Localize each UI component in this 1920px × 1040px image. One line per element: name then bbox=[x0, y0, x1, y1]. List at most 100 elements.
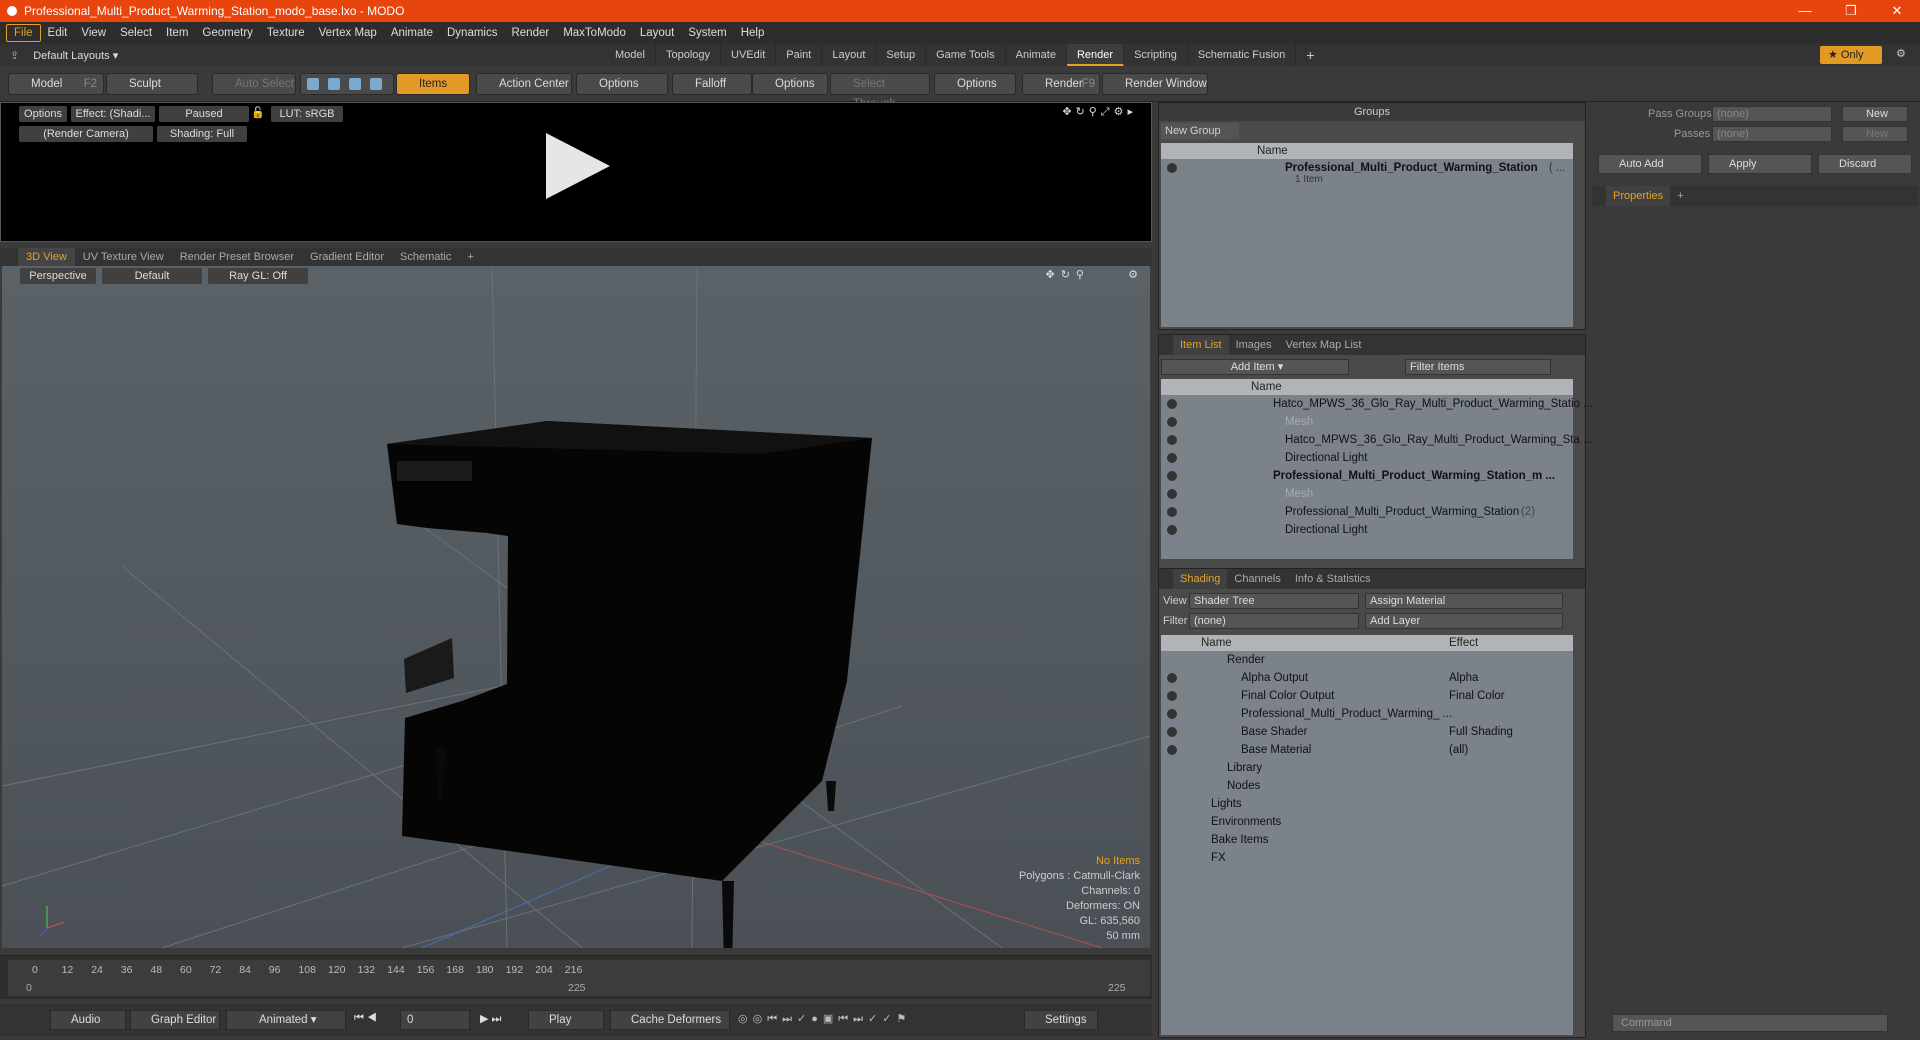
shader-row[interactable]: Base Shader Full Shading bbox=[1161, 723, 1573, 741]
tab-scripting[interactable]: Scripting bbox=[1124, 44, 1188, 66]
warming-station-model[interactable] bbox=[387, 421, 872, 948]
play-button[interactable]: Play bbox=[528, 1010, 604, 1030]
tab-schematic[interactable]: Schematic bbox=[392, 248, 459, 266]
render-preview[interactable]: Options Effect: (Shadi... Paused 🔓 LUT: … bbox=[0, 102, 1152, 242]
shader-row[interactable]: Alpha Output Alpha bbox=[1161, 669, 1573, 687]
timeline-ruler[interactable]: 0 225 225 0 12 24 36 48 60 72 84 96 108 120 132 144 1… bbox=[8, 960, 1150, 996]
audio-button[interactable]: Audio bbox=[50, 1010, 126, 1030]
shader-row[interactable]: Library bbox=[1161, 759, 1573, 777]
eye-icon[interactable] bbox=[1167, 745, 1177, 755]
shader-row[interactable]: Nodes bbox=[1161, 777, 1573, 795]
raygl-button[interactable]: Ray GL: Off bbox=[208, 268, 308, 284]
tab-topology[interactable]: Topology bbox=[656, 44, 722, 66]
filter-dropdown[interactable]: (none) bbox=[1189, 613, 1359, 629]
eye-icon[interactable] bbox=[1167, 709, 1177, 719]
shader-row[interactable]: Base Material (all) bbox=[1161, 741, 1573, 759]
item-row[interactable]: Professional_Multi_Product_Warming_Stati… bbox=[1161, 467, 1573, 485]
tab-gradient-editor[interactable]: Gradient Editor bbox=[302, 248, 392, 266]
shader-row[interactable]: Render bbox=[1161, 651, 1573, 669]
add-view-tab-icon[interactable]: + bbox=[459, 248, 481, 266]
graph-editor-button[interactable]: Graph Editor bbox=[130, 1010, 220, 1030]
tab-3d-view[interactable]: 3D View bbox=[18, 248, 75, 266]
item-row[interactable]: Hatco_MPWS_36_Glo_Ray_Multi_Product_Warm… bbox=[1161, 395, 1593, 413]
tab-images[interactable]: Images bbox=[1229, 335, 1279, 355]
eye-icon[interactable] bbox=[1167, 399, 1177, 409]
menu-texture[interactable]: Texture bbox=[260, 25, 312, 41]
add-item-dropdown[interactable]: Add Item ▾ bbox=[1161, 359, 1349, 375]
shader-item-effect[interactable]: Final Color bbox=[1449, 687, 1505, 705]
layout-gear-icon[interactable]: ⚙ bbox=[1896, 47, 1906, 60]
layouts-dropdown[interactable]: Default Layouts ▾ bbox=[33, 49, 118, 62]
play-icon[interactable] bbox=[546, 133, 610, 199]
transport-prev-icons[interactable]: ⏮ ◀ bbox=[354, 1012, 377, 1025]
animated-dropdown[interactable]: Animated ▾ bbox=[226, 1010, 346, 1030]
tab-layout[interactable]: Layout bbox=[822, 44, 877, 66]
add-layer-dropdown[interactable]: Add Layer bbox=[1365, 613, 1563, 629]
eye-icon[interactable] bbox=[1167, 727, 1177, 737]
menu-system[interactable]: System bbox=[681, 25, 733, 41]
tab-schematic-fusion[interactable]: Schematic Fusion bbox=[1188, 44, 1297, 66]
default-button[interactable]: Default bbox=[102, 268, 202, 284]
shader-tree-dropdown[interactable]: Shader Tree bbox=[1189, 593, 1359, 609]
shader-row[interactable]: Bake Items bbox=[1161, 831, 1573, 849]
cache-deformers-button[interactable]: Cache Deformers bbox=[610, 1010, 730, 1030]
shader-row[interactable]: FX bbox=[1161, 849, 1573, 867]
eye-icon[interactable] bbox=[1167, 673, 1177, 683]
timeline[interactable]: 0 225 225 0 12 24 36 48 60 72 84 96 108 120 132 144 1… bbox=[0, 955, 1152, 999]
filter-items-field[interactable]: Filter Items bbox=[1405, 359, 1551, 375]
tab-render[interactable]: Render bbox=[1066, 44, 1125, 66]
eye-icon[interactable] bbox=[1167, 163, 1177, 173]
tab-setup[interactable]: Setup bbox=[876, 44, 927, 66]
tab-model[interactable]: Model bbox=[605, 44, 656, 66]
passes-dropdown[interactable]: (none) bbox=[1712, 126, 1832, 142]
auto-select-button[interactable]: Auto Select bbox=[212, 73, 296, 95]
tab-properties[interactable]: Properties bbox=[1606, 186, 1671, 206]
item-row[interactable]: Hatco_MPWS_36_Glo_Ray_Multi_Product_Warm… bbox=[1161, 431, 1593, 449]
eye-icon[interactable] bbox=[1167, 525, 1177, 535]
sculpt-button[interactable]: Sculpt bbox=[106, 73, 198, 95]
options-button-2[interactable]: Options bbox=[752, 73, 828, 95]
vertex-mode-icon[interactable] bbox=[307, 78, 319, 90]
falloff-button[interactable]: Falloff bbox=[672, 73, 752, 95]
eye-icon[interactable] bbox=[1167, 507, 1177, 517]
restore-icon[interactable]: ❐ bbox=[1828, 0, 1874, 22]
preview-shading[interactable]: Shading: Full bbox=[157, 126, 247, 142]
material-mode-icon[interactable] bbox=[370, 78, 382, 90]
perspective-button[interactable]: Perspective bbox=[20, 268, 96, 284]
tab-item-list[interactable]: Item List bbox=[1173, 335, 1229, 355]
menu-select[interactable]: Select bbox=[113, 25, 159, 41]
tab-uvedit[interactable]: UVEdit bbox=[721, 44, 777, 66]
select-through-button[interactable]: Select Through bbox=[830, 73, 930, 110]
preview-nav-icons[interactable]: ✥↻⚲⤢⚙▸ bbox=[1062, 105, 1137, 119]
tab-shading[interactable]: Shading bbox=[1173, 569, 1228, 589]
shader-item-effect[interactable]: (all) bbox=[1449, 741, 1468, 759]
view-gear-icon[interactable]: ⚙ bbox=[1128, 268, 1138, 281]
shader-item-effect[interactable]: Alpha bbox=[1449, 669, 1478, 687]
action-center-button[interactable]: Action Center bbox=[476, 73, 572, 95]
tab-render-preset-browser[interactable]: Render Preset Browser bbox=[172, 248, 302, 266]
menu-render[interactable]: Render bbox=[504, 25, 556, 41]
menu-dynamics[interactable]: Dynamics bbox=[440, 25, 504, 41]
auto-add-button[interactable]: Auto Add bbox=[1598, 154, 1702, 174]
options-button-1[interactable]: Options bbox=[576, 73, 668, 95]
preview-lut[interactable]: LUT: sRGB bbox=[271, 106, 343, 122]
menu-view[interactable]: View bbox=[74, 25, 113, 41]
view-nav-icons[interactable]: ✥↻⚲ bbox=[1046, 268, 1091, 281]
shader-row[interactable]: Professional_Multi_Product_Warming_ ... bbox=[1161, 705, 1573, 723]
eye-icon[interactable] bbox=[1167, 453, 1177, 463]
tab-uv-texture-view[interactable]: UV Texture View bbox=[75, 248, 172, 266]
polygon-mode-icon[interactable] bbox=[349, 78, 361, 90]
transport-next-icons[interactable]: ▶ ⏭ bbox=[480, 1012, 501, 1026]
menu-edit[interactable]: Edit bbox=[41, 25, 75, 41]
shader-row[interactable]: Lights bbox=[1161, 795, 1573, 813]
tab-animate[interactable]: Animate bbox=[1006, 44, 1067, 66]
item-row[interactable]: Professional_Multi_Product_Warming_Stati… bbox=[1161, 503, 1573, 521]
command-field[interactable]: Command bbox=[1612, 1014, 1888, 1032]
edge-mode-icon[interactable] bbox=[328, 78, 340, 90]
render-button[interactable]: Render F9 bbox=[1022, 73, 1100, 95]
item-row[interactable]: Mesh bbox=[1161, 485, 1573, 503]
shader-row[interactable]: Final Color Output Final Color bbox=[1161, 687, 1573, 705]
shader-row[interactable]: Environments bbox=[1161, 813, 1573, 831]
pass-groups-new-button[interactable]: New bbox=[1842, 106, 1908, 122]
menu-geometry[interactable]: Geometry bbox=[195, 25, 260, 41]
